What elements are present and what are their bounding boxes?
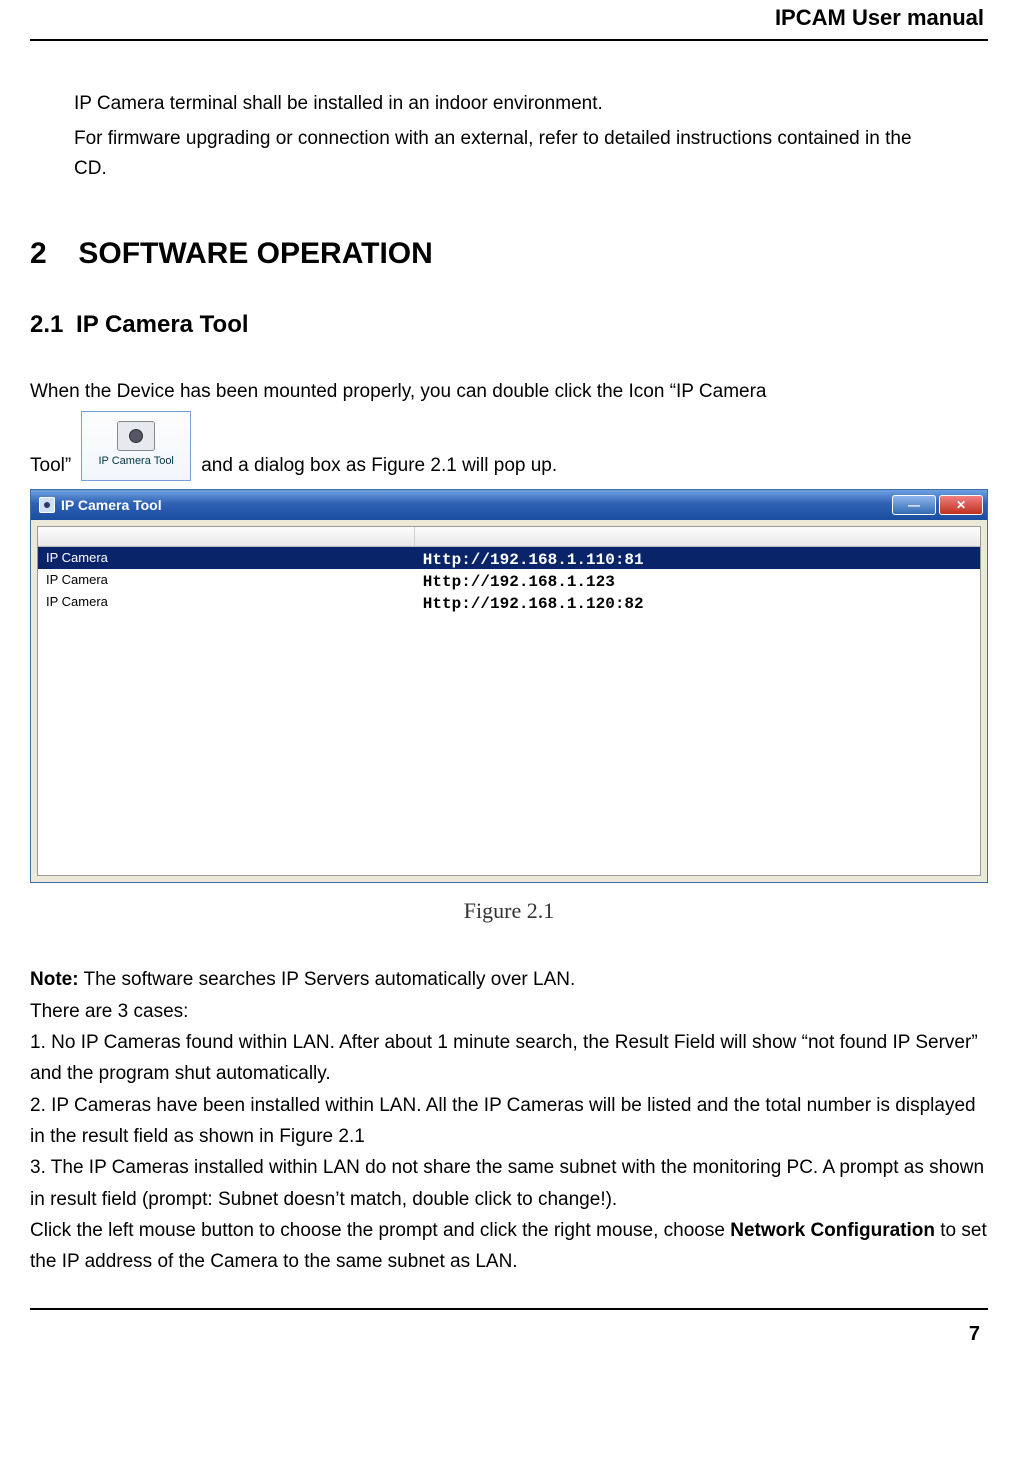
ip-camera-tool-desktop-icon[interactable]: IP Camera Tool — [81, 411, 191, 481]
page-number: 7 — [30, 1308, 988, 1350]
camera-name: IP Camera — [38, 547, 415, 569]
note-line: Note: The software searches IP Servers a… — [30, 964, 988, 995]
note-label: Note: — [30, 969, 79, 990]
section-number: 2 — [30, 230, 70, 278]
header-rule — [30, 39, 988, 41]
sentence-line-1: When the Device has been mounted properl… — [30, 377, 988, 407]
cases-intro: There are 3 cases: — [30, 996, 988, 1027]
list-header-col-url — [415, 527, 980, 546]
note-text: The software searches IP Servers automat… — [79, 969, 576, 990]
subsection-title: IP Camera Tool — [76, 311, 249, 338]
section-title: SOFTWARE OPERATION — [78, 237, 432, 270]
icon-sentence-row: Tool” IP Camera Tool and a dialog box as… — [30, 411, 988, 481]
subsection-heading: 2.1 IP Camera Tool — [30, 306, 988, 344]
desktop-icon-label: IP Camera Tool — [98, 453, 173, 471]
camera-list-row[interactable]: IP CameraHttp://192.168.1.110:81 — [38, 547, 980, 569]
intro-paragraph-1: IP Camera terminal shall be installed in… — [74, 89, 948, 119]
tool-word: Tool” — [30, 451, 71, 481]
ip-camera-tool-window: IP Camera Tool — ✕ IP CameraHttp://192.1… — [30, 489, 988, 883]
case-3: 3. The IP Cameras installed within LAN d… — [30, 1152, 988, 1215]
close-button[interactable]: ✕ — [939, 495, 983, 515]
network-configuration-bold: Network Configuration — [730, 1220, 935, 1241]
camera-list-row[interactable]: IP CameraHttp://192.168.1.123 — [38, 569, 980, 591]
camera-name: IP Camera — [38, 591, 415, 613]
app-icon — [39, 497, 55, 513]
camera-icon — [117, 421, 155, 451]
after-note: Click the left mouse button to choose th… — [30, 1215, 988, 1278]
section-heading: 2 SOFTWARE OPERATION — [30, 230, 988, 278]
list-header — [38, 527, 980, 547]
subsection-number: 2.1 — [30, 306, 63, 344]
case-2: 2. IP Cameras have been installed within… — [30, 1090, 988, 1153]
sentence-post: and a dialog box as Figure 2.1 will pop … — [201, 451, 557, 481]
intro-paragraph-2: For firmware upgrading or connection wit… — [74, 124, 948, 185]
case-1: 1. No IP Cameras found within LAN. After… — [30, 1027, 988, 1090]
window-title: IP Camera Tool — [61, 494, 162, 516]
camera-url: Http://192.168.1.120:82 — [415, 591, 980, 613]
figure-caption: Figure 2.1 — [30, 893, 988, 928]
camera-name: IP Camera — [38, 569, 415, 591]
window-buttons: — ✕ — [892, 495, 983, 515]
list-header-col-name — [38, 527, 415, 546]
window-client-area: IP CameraHttp://192.168.1.110:81IP Camer… — [31, 520, 987, 882]
page-header-title: IPCAM User manual — [30, 0, 988, 39]
camera-list-row[interactable]: IP CameraHttp://192.168.1.120:82 — [38, 591, 980, 613]
camera-url: Http://192.168.1.123 — [415, 569, 980, 591]
camera-url: Http://192.168.1.110:81 — [415, 547, 980, 569]
after-pre: Click the left mouse button to choose th… — [30, 1220, 730, 1241]
minimize-button[interactable]: — — [892, 495, 936, 515]
camera-list[interactable]: IP CameraHttp://192.168.1.110:81IP Camer… — [37, 526, 981, 876]
window-titlebar[interactable]: IP Camera Tool — ✕ — [31, 490, 987, 520]
